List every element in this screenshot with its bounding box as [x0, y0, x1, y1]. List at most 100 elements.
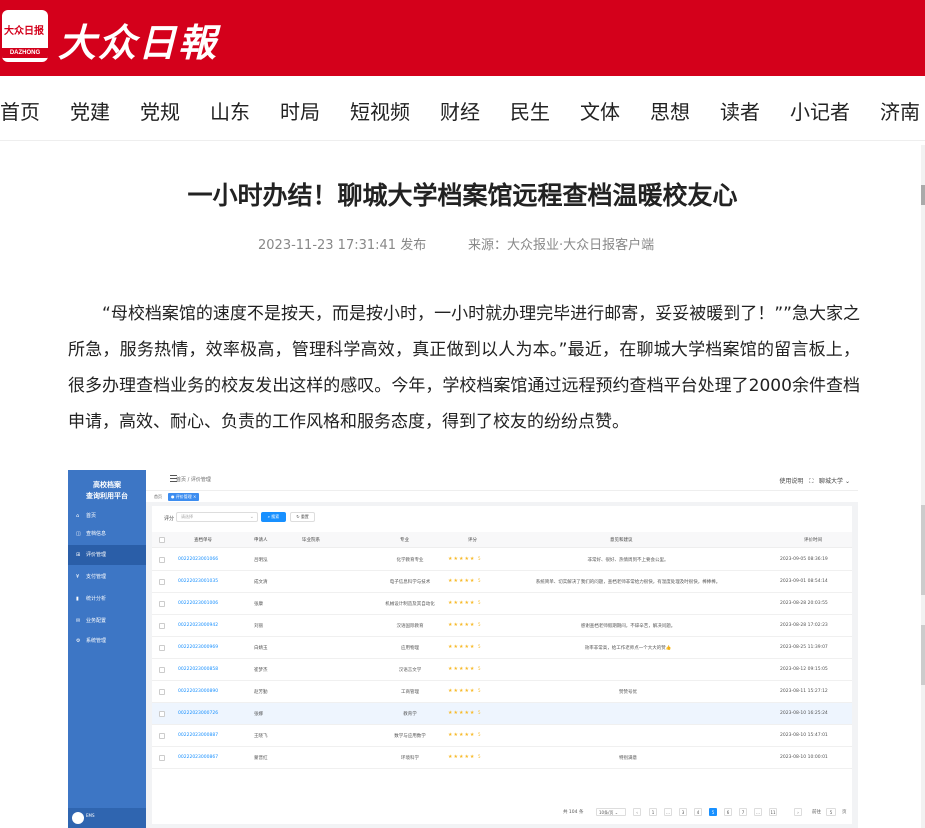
cell-record-no[interactable]: 00222023000942: [178, 623, 218, 628]
cell-record-no[interactable]: 00222023000969: [178, 645, 218, 650]
row-checkbox[interactable]: [159, 623, 165, 629]
sidebar-item-config[interactable]: ✉ 业务配置: [68, 611, 146, 631]
table-row[interactable]: 00222023000969 白婧玉 应用物理 效率非常高，给工作老师点一个大大的赞👍…: [152, 637, 852, 659]
nav-item-young-reporter[interactable]: 小记者: [790, 96, 850, 125]
row-checkbox[interactable]: [159, 733, 165, 739]
table-row[interactable]: 00222023000867 蒙晋红 环境科学 特别满意 2023-08-10 10:0…: [152, 747, 852, 769]
nav-item-short-video[interactable]: 短视频: [350, 96, 410, 125]
table-row[interactable]: 00222023001006 张康 机械设计制造及其自动化 2023-08-28 20…: [152, 593, 852, 615]
table-row[interactable]: 00222023000887 王晓飞 数学与应用数学 2023-08-10 15:47…: [152, 725, 852, 747]
cell-applicant: 崔梦杰: [254, 668, 268, 673]
column-header[interactable]: 意见和建议: [610, 537, 633, 543]
nav-item-thought[interactable]: 思想: [650, 96, 690, 125]
nav-item-culture-sports[interactable]: 文体: [580, 96, 620, 125]
main-nav: 首页 党建 党规 山东 时局 短视频 财经 民生 文体 思想 读者 小记者 济南: [0, 76, 925, 140]
cell-major: 电子信息科学与技术: [389, 580, 431, 585]
page-ellipsis[interactable]: ...: [754, 808, 762, 816]
row-checkbox[interactable]: [159, 711, 165, 717]
page-button[interactable]: 5: [709, 808, 717, 816]
table-row[interactable]: 00222023000890 赵芳勤 工商管理 赞赞号优 2023-08-11 15:2…: [152, 681, 852, 703]
goto-page-input[interactable]: 5: [826, 808, 836, 816]
cell-record-no[interactable]: 00222023000867: [178, 755, 218, 760]
nav-item-livelihood[interactable]: 民生: [510, 96, 550, 125]
cell-time: 2023-09-05 08:36:19: [780, 557, 828, 562]
cell-record-no[interactable]: 00222023000858: [178, 667, 218, 672]
cell-applicant: 吕明泓: [254, 558, 268, 563]
nav-item-party-rules[interactable]: 党规: [140, 96, 180, 125]
cell-record-no[interactable]: 00222023000726: [178, 711, 218, 716]
close-icon[interactable]: ×: [193, 494, 196, 499]
cell-record-no[interactable]: 00222023000890: [178, 689, 218, 694]
row-checkbox[interactable]: [159, 601, 165, 607]
sidebar-item-payment[interactable]: ¥ 支付管理: [68, 567, 146, 587]
sidebar-item-home[interactable]: ⌂ 首页: [68, 506, 146, 526]
table-row[interactable]: 00222023000858 崔梦杰 汉语言文学 2023-08-12 09:15:0…: [152, 659, 852, 681]
sidebar-item-label: 支付管理: [86, 574, 107, 580]
sidebar-item-statistics[interactable]: ▮ 统计分析: [68, 589, 146, 609]
column-header[interactable]: 查档单号: [194, 537, 212, 543]
row-checkbox[interactable]: [159, 755, 165, 761]
select-all-checkbox[interactable]: [159, 537, 165, 543]
nav-item-home[interactable]: 首页: [0, 96, 40, 125]
tab-evaluation[interactable]: ● 评价管理 ×: [168, 493, 200, 501]
cell-major: 应用物理: [401, 646, 419, 651]
column-header[interactable]: 专业: [400, 537, 409, 543]
sidebar-item-evaluation[interactable]: ⊞ 评价管理: [68, 545, 146, 565]
row-checkbox[interactable]: [159, 689, 165, 695]
page-button[interactable]: 7: [739, 808, 747, 816]
prev-page-icon[interactable]: ‹: [633, 808, 641, 816]
star-score: 5: [478, 600, 481, 605]
breadcrumb: 首页 / 评价管理: [176, 477, 211, 483]
table-row[interactable]: 00222023001066 吕明泓 化学教育专业 非常好、很好、热情周到不上要会公里…: [152, 549, 852, 571]
cell-record-no[interactable]: 00222023000887: [178, 733, 218, 738]
sidebar-item-records[interactable]: ◫ 查档信息: [68, 524, 146, 544]
nav-item-jinan[interactable]: 济南: [880, 96, 920, 125]
column-header[interactable]: 评价时间: [804, 537, 822, 543]
page-ellipsis[interactable]: ...: [664, 808, 672, 816]
score-select[interactable]: 请选择 ⌄: [176, 512, 258, 522]
sidebar-item-system[interactable]: ⚙ 系统管理: [68, 631, 146, 651]
chevron-down-icon[interactable]: ⌄: [845, 478, 850, 485]
page-button[interactable]: 6: [724, 808, 732, 816]
nav-item-shandong[interactable]: 山东: [210, 96, 250, 125]
row-checkbox[interactable]: [159, 667, 165, 673]
search-button[interactable]: ⌕ 搜索: [261, 512, 286, 522]
row-checkbox[interactable]: [159, 557, 165, 563]
column-header[interactable]: 毕业院系: [302, 537, 320, 543]
cell-record-no[interactable]: 00222023001066: [178, 557, 218, 562]
page-size-select[interactable]: 10条/页 ⌄: [596, 808, 626, 816]
table-row[interactable]: 00222023000942 刘丽 汉语国际教育 感谢查档老师假期期间，不辞辛苦，解决…: [152, 615, 852, 637]
nav-item-party-building[interactable]: 党建: [70, 96, 110, 125]
nav-item-finance[interactable]: 财经: [440, 96, 480, 125]
table-row[interactable]: 00222023000726 张娜 教育学 2023-08-10 16:25:24 ★★…: [152, 703, 852, 725]
row-checkbox[interactable]: [159, 579, 165, 585]
page-button[interactable]: 4: [694, 808, 702, 816]
nav-item-current-affairs[interactable]: 时局: [280, 96, 320, 125]
site-logo[interactable]: 大众日报 DAZHONG: [2, 10, 48, 62]
column-header[interactable]: 评分: [468, 537, 477, 543]
table-row[interactable]: 00222023001035 成文清 电子信息科学与技术 系统简单、切实解决了我们的问…: [152, 571, 852, 593]
user-menu[interactable]: 聊城大学: [819, 478, 843, 485]
row-checkbox[interactable]: [159, 645, 165, 651]
brand-wordmark[interactable]: 大众日報: [58, 12, 218, 67]
sidebar-item-label: 查档信息: [86, 531, 107, 537]
page-button[interactable]: 3: [679, 808, 687, 816]
article-source: 来源：大众报业·大众日报客户端: [468, 238, 655, 253]
help-link[interactable]: 使用说明: [779, 478, 803, 485]
star-score: 5: [478, 754, 481, 759]
tab-home[interactable]: 首页: [151, 493, 165, 501]
cell-major: 汉语国际教育: [396, 624, 424, 629]
fullscreen-icon[interactable]: ⛶: [805, 478, 817, 485]
page-button[interactable]: 11: [769, 808, 777, 816]
page-button[interactable]: 1: [649, 808, 657, 816]
cell-record-no[interactable]: 00222023001035: [178, 579, 218, 584]
column-header[interactable]: 申请人: [254, 537, 268, 543]
cell-time: 2023-08-11 15:27:12: [780, 689, 828, 694]
reset-button[interactable]: ↻ 重置: [290, 512, 315, 522]
grid-icon: ⊞: [76, 552, 81, 558]
nav-item-readers[interactable]: 读者: [720, 96, 760, 125]
cell-comment: 效率非常高，给工作老师点一个大大的赞👍: [584, 646, 672, 651]
goto-suffix: 页: [842, 810, 847, 815]
next-page-icon[interactable]: ›: [794, 808, 802, 816]
cell-record-no[interactable]: 00222023001006: [178, 601, 218, 606]
